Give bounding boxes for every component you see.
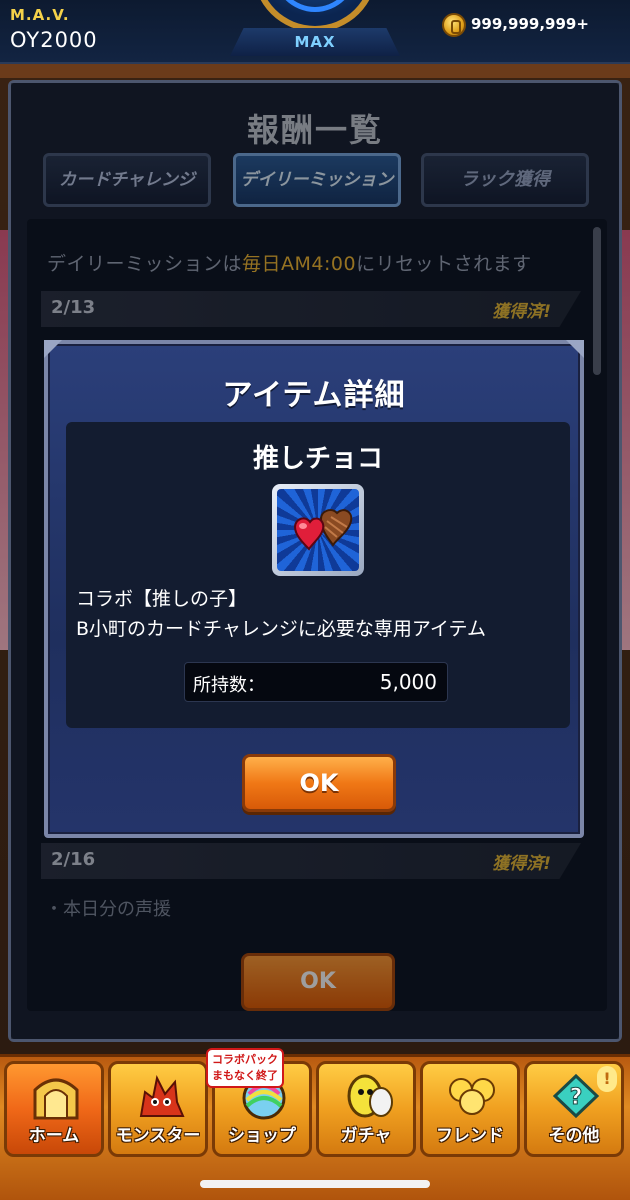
tab-card-challenge[interactable]: カードチャレンジ	[43, 153, 211, 207]
player-name: M.A.V.	[10, 6, 70, 24]
mission-row[interactable]: 2/13 獲得済!	[41, 291, 581, 327]
home-indicator[interactable]	[200, 1180, 430, 1188]
reset-note: デイリーミッションは毎日AM4:00にリセットされます	[47, 249, 532, 276]
screen: M.A.V. OY2000 MAX 999,999,999+ 報酬一覧 カードチ…	[0, 0, 630, 1200]
reset-time: 毎日AM4:00	[242, 253, 357, 275]
ok-button[interactable]: OK	[242, 754, 396, 812]
mission-row[interactable]: 2/16 獲得済!	[41, 843, 581, 879]
mission-item: ・本日分の声援	[45, 899, 171, 920]
reset-note-suffix: にリセットされます	[356, 253, 532, 275]
monster-icon	[139, 1074, 185, 1117]
tab-daily-mission[interactable]: デイリーミッション	[233, 153, 401, 207]
other-icon: ?	[552, 1073, 600, 1119]
player-id: OY2000	[10, 28, 98, 52]
item-detail-modal: アイテム詳細 推しチョコ コラボ【推しの子】 B小町のカードチャレンジに必要な専…	[44, 340, 584, 838]
quantity-label: 所持数：	[193, 675, 265, 696]
rank-max-label: MAX	[230, 28, 400, 56]
gacha-egg-icon	[347, 1074, 393, 1118]
tab-luck[interactable]: ラック獲得	[421, 153, 589, 207]
notification-badge: !	[597, 1066, 617, 1092]
status-bar: M.A.V. OY2000 MAX 999,999,999+	[0, 0, 630, 64]
quantity-display: 所持数： 5,000	[184, 662, 448, 702]
nav-friend-label: フレンド	[436, 1126, 504, 1146]
item-description: コラボ【推しの子】 B小町のカードチャレンジに必要な専用アイテム	[76, 584, 486, 644]
item-description-line1: コラボ【推しの子】	[76, 588, 248, 610]
panel-ok-button[interactable]: OK	[241, 953, 395, 1011]
nav-friend[interactable]: フレンド	[420, 1061, 520, 1157]
coin-amount: 999,999,999+	[471, 15, 589, 33]
bottom-nav: ホーム モンスター ショップ ガチャ フレンド ? ! その他	[0, 1054, 630, 1200]
item-name: 推しチョコ	[252, 444, 383, 474]
item-description-line2: B小町のカードチャレンジに必要な専用アイテム	[76, 618, 486, 640]
nav-other[interactable]: ? ! その他	[524, 1061, 624, 1157]
item-detail-box: 推しチョコ コラボ【推しの子】 B小町のカードチャレンジに必要な専用アイテム 所…	[66, 422, 570, 728]
home-gate-icon	[33, 1078, 79, 1120]
nav-other-label: その他	[548, 1126, 600, 1146]
rank-ring-icon	[253, 0, 377, 32]
nav-shop-label: ショップ	[228, 1126, 296, 1146]
quantity-value: 5,000	[379, 670, 437, 694]
heart-chocolate-icon	[277, 489, 359, 571]
nav-monster-label: モンスター	[115, 1126, 201, 1146]
item-icon-frame	[272, 484, 364, 576]
list-scrollbar[interactable]	[593, 227, 601, 375]
nav-home[interactable]: ホーム	[4, 1061, 104, 1157]
claimed-badge: 獲得済!	[492, 854, 551, 874]
mission-date: 2/13	[51, 297, 96, 318]
friend-balloons-icon	[449, 1078, 495, 1115]
mission-date: 2/16	[51, 849, 96, 870]
background-strip	[0, 64, 630, 78]
collab-pack-badge[interactable]: コラボパック まもなく終了	[206, 1048, 284, 1088]
coin-icon	[442, 13, 466, 37]
modal-title: アイテム詳細	[222, 378, 406, 413]
rewards-title: 報酬一覧	[246, 111, 383, 149]
nav-home-label: ホーム	[28, 1126, 80, 1146]
claimed-badge: 獲得済!	[492, 302, 551, 322]
nav-gacha-label: ガチャ	[340, 1126, 392, 1146]
nav-monster[interactable]: モンスター	[108, 1061, 208, 1157]
reset-note-prefix: デイリーミッションは	[47, 253, 243, 275]
nav-gacha[interactable]: ガチャ	[316, 1061, 416, 1157]
svg-text:?: ?	[570, 1085, 583, 1110]
